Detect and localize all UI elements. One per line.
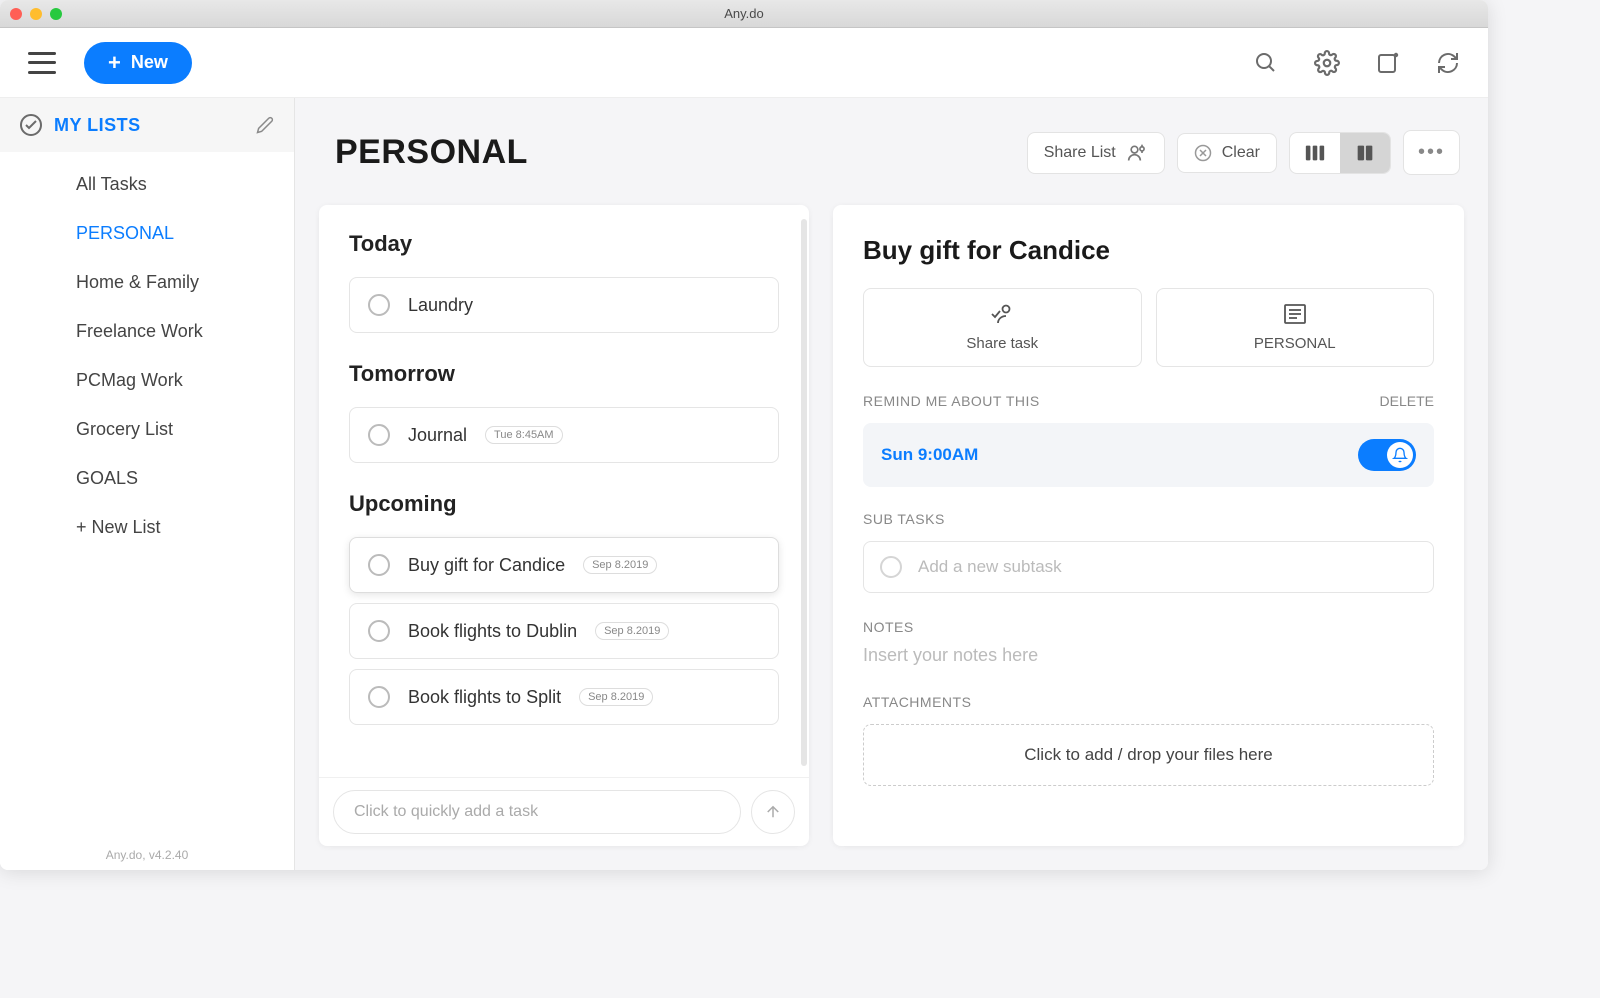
subtasks-label: SUB TASKS — [863, 511, 1434, 527]
task-name: Book flights to Dublin — [408, 621, 577, 642]
sidebar-item-all-tasks[interactable]: All Tasks — [0, 160, 294, 209]
task-date: Sep 8.2019 — [579, 688, 653, 706]
clear-button[interactable]: Clear — [1177, 133, 1277, 173]
task-checkbox[interactable] — [368, 620, 390, 642]
reminder-toggle[interactable] — [1358, 439, 1416, 471]
detail-panel: Buy gift for Candice Share task — [833, 205, 1464, 846]
sidebar-item-personal[interactable]: PERSONAL — [0, 209, 294, 258]
clear-label: Clear — [1222, 144, 1260, 162]
sync-icon[interactable] — [1436, 51, 1460, 75]
window-title: Any.do — [0, 6, 1488, 21]
share-icon — [989, 303, 1015, 325]
task-item[interactable]: Book flights to Dublin Sep 8.2019 — [349, 603, 779, 659]
sidebar-header: MY LISTS — [0, 98, 294, 152]
notes-input[interactable]: Insert your notes here — [863, 645, 1434, 666]
scrollbar[interactable] — [801, 219, 807, 766]
window-maximize[interactable] — [50, 8, 62, 20]
section-title-today: Today — [349, 231, 779, 257]
share-task-card[interactable]: Share task — [863, 288, 1142, 367]
attachments-label: ATTACHMENTS — [863, 694, 1434, 710]
window-close[interactable] — [10, 8, 22, 20]
sidebar-item-grocery[interactable]: Grocery List — [0, 405, 294, 454]
sidebar-item-pcmag[interactable]: PCMag Work — [0, 356, 294, 405]
search-icon[interactable] — [1254, 51, 1278, 75]
people-icon — [1126, 143, 1148, 163]
list-icon — [1283, 303, 1307, 325]
task-checkbox[interactable] — [368, 424, 390, 446]
task-item[interactable]: Journal Tue 8:45AM — [349, 407, 779, 463]
share-list-button[interactable]: Share List — [1027, 132, 1165, 174]
window-minimize[interactable] — [30, 8, 42, 20]
task-checkbox[interactable] — [368, 554, 390, 576]
remind-label: REMIND ME ABOUT THIS — [863, 393, 1040, 409]
check-circle-icon — [20, 114, 42, 136]
new-button[interactable]: + New — [84, 42, 192, 84]
section-title-tomorrow: Tomorrow — [349, 361, 779, 387]
sidebar-new-list[interactable]: + New List — [0, 503, 294, 552]
attachments-dropzone[interactable]: Click to add / drop your files here — [863, 724, 1434, 786]
x-circle-icon — [1194, 144, 1212, 162]
task-item[interactable]: Laundry — [349, 277, 779, 333]
main-area: PERSONAL Share List Clear — [295, 98, 1488, 870]
plus-icon: + — [108, 52, 121, 74]
reminder-time: Sun 9:00AM — [881, 445, 978, 465]
task-item[interactable]: Book flights to Split Sep 8.2019 — [349, 669, 779, 725]
notes-label: NOTES — [863, 619, 1434, 635]
edit-icon[interactable] — [256, 116, 274, 134]
subtask-input[interactable] — [918, 557, 1417, 577]
sidebar: MY LISTS All Tasks PERSONAL Home & Famil… — [0, 98, 295, 870]
sidebar-footer: Any.do, v4.2.40 — [0, 848, 294, 862]
task-name: Journal — [408, 425, 467, 446]
task-name: Book flights to Split — [408, 687, 561, 708]
task-date: Tue 8:45AM — [485, 426, 563, 444]
task-name: Laundry — [408, 295, 473, 316]
sidebar-item-home-family[interactable]: Home & Family — [0, 258, 294, 307]
titlebar: Any.do — [0, 0, 1488, 28]
page-title: PERSONAL — [335, 133, 528, 172]
quick-add-input[interactable] — [333, 790, 741, 834]
section-title-upcoming: Upcoming — [349, 491, 779, 517]
sidebar-title: MY LISTS — [54, 115, 244, 136]
sidebar-item-freelance[interactable]: Freelance Work — [0, 307, 294, 356]
settings-icon[interactable] — [1314, 50, 1340, 76]
bell-icon — [1392, 447, 1408, 463]
reminder-box[interactable]: Sun 9:00AM — [863, 423, 1434, 487]
share-list-label: Share List — [1044, 144, 1116, 162]
new-button-label: New — [131, 52, 168, 73]
view-three-col[interactable] — [1290, 133, 1340, 173]
task-checkbox[interactable] — [368, 686, 390, 708]
toolbar: + New — [0, 28, 1488, 98]
hamburger-icon[interactable] — [28, 52, 56, 74]
task-date: Sep 8.2019 — [595, 622, 669, 640]
subtask-input-row[interactable] — [863, 541, 1434, 593]
list-card[interactable]: PERSONAL — [1156, 288, 1435, 367]
more-options-button[interactable]: ••• — [1403, 130, 1460, 175]
delete-button[interactable]: DELETE — [1380, 393, 1434, 409]
share-task-label: Share task — [966, 335, 1038, 352]
view-toggle — [1289, 132, 1391, 174]
task-name: Buy gift for Candice — [408, 555, 565, 576]
task-item[interactable]: Buy gift for Candice Sep 8.2019 — [349, 537, 779, 593]
widget-icon[interactable] — [1376, 51, 1400, 75]
tasks-panel: Today Laundry Tomorrow Journal T — [319, 205, 809, 846]
detail-title: Buy gift for Candice — [863, 235, 1434, 266]
view-two-col[interactable] — [1340, 133, 1390, 173]
task-checkbox[interactable] — [368, 294, 390, 316]
subtask-checkbox[interactable] — [880, 556, 902, 578]
list-card-label: PERSONAL — [1254, 335, 1336, 352]
sidebar-item-goals[interactable]: GOALS — [0, 454, 294, 503]
task-date: Sep 8.2019 — [583, 556, 657, 574]
submit-task-button[interactable] — [751, 790, 795, 834]
